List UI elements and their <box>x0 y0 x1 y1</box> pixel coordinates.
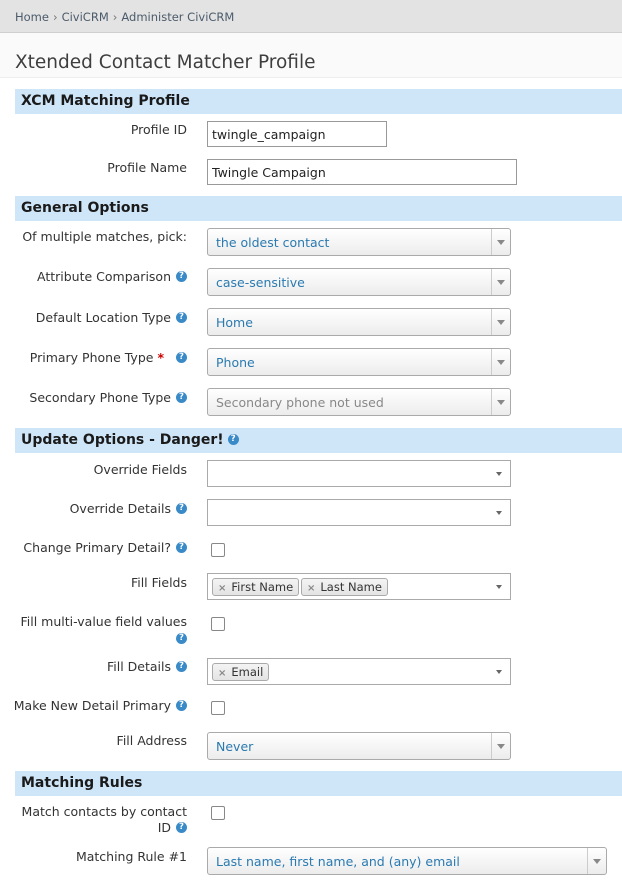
remove-chip-icon[interactable]: × <box>218 668 226 679</box>
primary-phone-type-select[interactable]: Phone <box>207 348 511 376</box>
caret-down-icon <box>496 669 502 674</box>
chevron-down-icon <box>491 733 510 759</box>
help-icon[interactable]: ? <box>176 392 187 403</box>
help-icon[interactable]: ? <box>176 542 187 553</box>
override-fields-label: Override Fields <box>93 462 187 477</box>
attribute-comparison-select[interactable]: case-sensitive <box>207 268 511 296</box>
fill-multi-value-checkbox[interactable] <box>211 617 225 631</box>
help-icon[interactable]: ? <box>227 433 239 445</box>
fill-details-label: Fill Details? <box>107 658 187 675</box>
caret-down-icon <box>496 510 502 515</box>
placeholder-value: Secondary phone not used <box>216 395 384 410</box>
profile-name-label: Profile Name <box>107 160 187 175</box>
help-icon[interactable]: ? <box>176 700 187 711</box>
breadcrumb-home-link[interactable]: Home <box>15 10 49 24</box>
page-title: Xtended Contact Matcher Profile <box>15 52 316 73</box>
secondary-phone-type-select[interactable]: Secondary phone not used <box>207 388 511 416</box>
secondary-phone-type-label: Secondary Phone Type? <box>29 389 187 406</box>
breadcrumb-separator: › <box>112 10 118 24</box>
section-matching-rules: Matching Rules <box>15 771 622 796</box>
help-icon[interactable]: ? <box>176 271 187 282</box>
matching-rule-1-label: Matching Rule #1 <box>75 849 187 864</box>
fill-address-label: Fill Address <box>116 733 187 748</box>
attribute-comparison-label: Attribute Comparison? <box>37 268 187 285</box>
matching-rule-1-select[interactable]: Last name, first name, and (any) email <box>207 847 607 875</box>
match-by-contact-id-label-line2: ID? <box>158 819 187 836</box>
selected-value: Home <box>216 315 253 330</box>
override-fields-select[interactable] <box>207 460 511 487</box>
chip-email: × Email <box>212 663 270 681</box>
help-icon[interactable]: ? <box>176 633 187 644</box>
chevron-down-icon <box>491 389 510 415</box>
caret-down-icon <box>496 584 502 589</box>
match-by-contact-id-label: Match contacts by contact <box>21 804 187 819</box>
selected-value: Last name, first name, and (any) email <box>216 854 460 869</box>
chevron-down-icon <box>491 309 510 335</box>
caret-down-icon <box>496 471 502 476</box>
chevron-down-icon <box>587 848 606 874</box>
required-marker: * <box>157 350 164 365</box>
section-update-options: Update Options - Danger!? <box>15 428 622 453</box>
make-new-detail-primary-label: Make New Detail Primary? <box>14 697 187 714</box>
change-primary-detail-checkbox[interactable] <box>211 543 225 557</box>
fill-multi-value-label: Fill multi-value field values <box>20 614 187 629</box>
section-title: General Options <box>21 200 149 216</box>
help-icon[interactable]: ? <box>176 352 187 363</box>
primary-phone-type-label: Primary Phone Type *? <box>30 349 187 366</box>
default-location-type-select[interactable]: Home <box>207 308 511 336</box>
section-title: Update Options - Danger!? <box>21 432 239 448</box>
remove-chip-icon[interactable]: × <box>307 583 315 594</box>
section-general-options: General Options <box>15 196 622 221</box>
selected-value: case-sensitive <box>216 275 305 290</box>
fill-fields-select[interactable]: × First Name × Last Name <box>207 573 511 600</box>
section-title: Matching Rules <box>21 775 143 791</box>
help-icon[interactable]: ? <box>176 312 187 323</box>
chip-last-name: × Last Name <box>301 578 388 596</box>
fill-fields-label: Fill Fields <box>130 575 187 590</box>
breadcrumb-civicrm-link[interactable]: CiviCRM <box>62 10 109 24</box>
help-icon[interactable]: ? <box>176 503 187 514</box>
breadcrumb-separator: › <box>52 10 58 24</box>
help-icon[interactable]: ? <box>176 822 187 833</box>
selected-value: the oldest contact <box>216 235 330 250</box>
chip-first-name: × First Name <box>212 578 300 596</box>
multiple-matches-label: Of multiple matches, pick: <box>22 229 187 244</box>
selected-value: Phone <box>216 355 255 370</box>
chevron-down-icon <box>491 269 510 295</box>
make-new-detail-primary-checkbox[interactable] <box>211 701 225 715</box>
breadcrumb-administer-link[interactable]: Administer CiviCRM <box>121 10 234 24</box>
section-title: XCM Matching Profile <box>21 93 190 109</box>
default-location-type-label: Default Location Type? <box>36 309 187 326</box>
selected-value: Never <box>216 739 254 754</box>
fill-multi-value-help-line: ? <box>171 630 187 647</box>
fill-details-select[interactable]: × Email <box>207 658 511 685</box>
override-details-label: Override Details? <box>70 500 187 517</box>
fill-address-select[interactable]: Never <box>207 732 511 760</box>
breadcrumb: Home › CiviCRM › Administer CiviCRM <box>15 10 234 24</box>
multiple-matches-select[interactable]: the oldest contact <box>207 228 511 256</box>
remove-chip-icon[interactable]: × <box>218 583 226 594</box>
chevron-down-icon <box>491 349 510 375</box>
help-icon[interactable]: ? <box>176 661 187 672</box>
override-details-select[interactable] <box>207 499 511 526</box>
section-xcm-matching-profile: XCM Matching Profile <box>15 89 622 114</box>
profile-id-label: Profile ID <box>130 122 187 137</box>
change-primary-detail-label: Change Primary Detail?? <box>23 539 187 556</box>
profile-id-input[interactable] <box>207 121 387 147</box>
chevron-down-icon <box>491 229 510 255</box>
match-by-contact-id-checkbox[interactable] <box>211 806 225 820</box>
profile-name-input[interactable] <box>207 159 517 185</box>
